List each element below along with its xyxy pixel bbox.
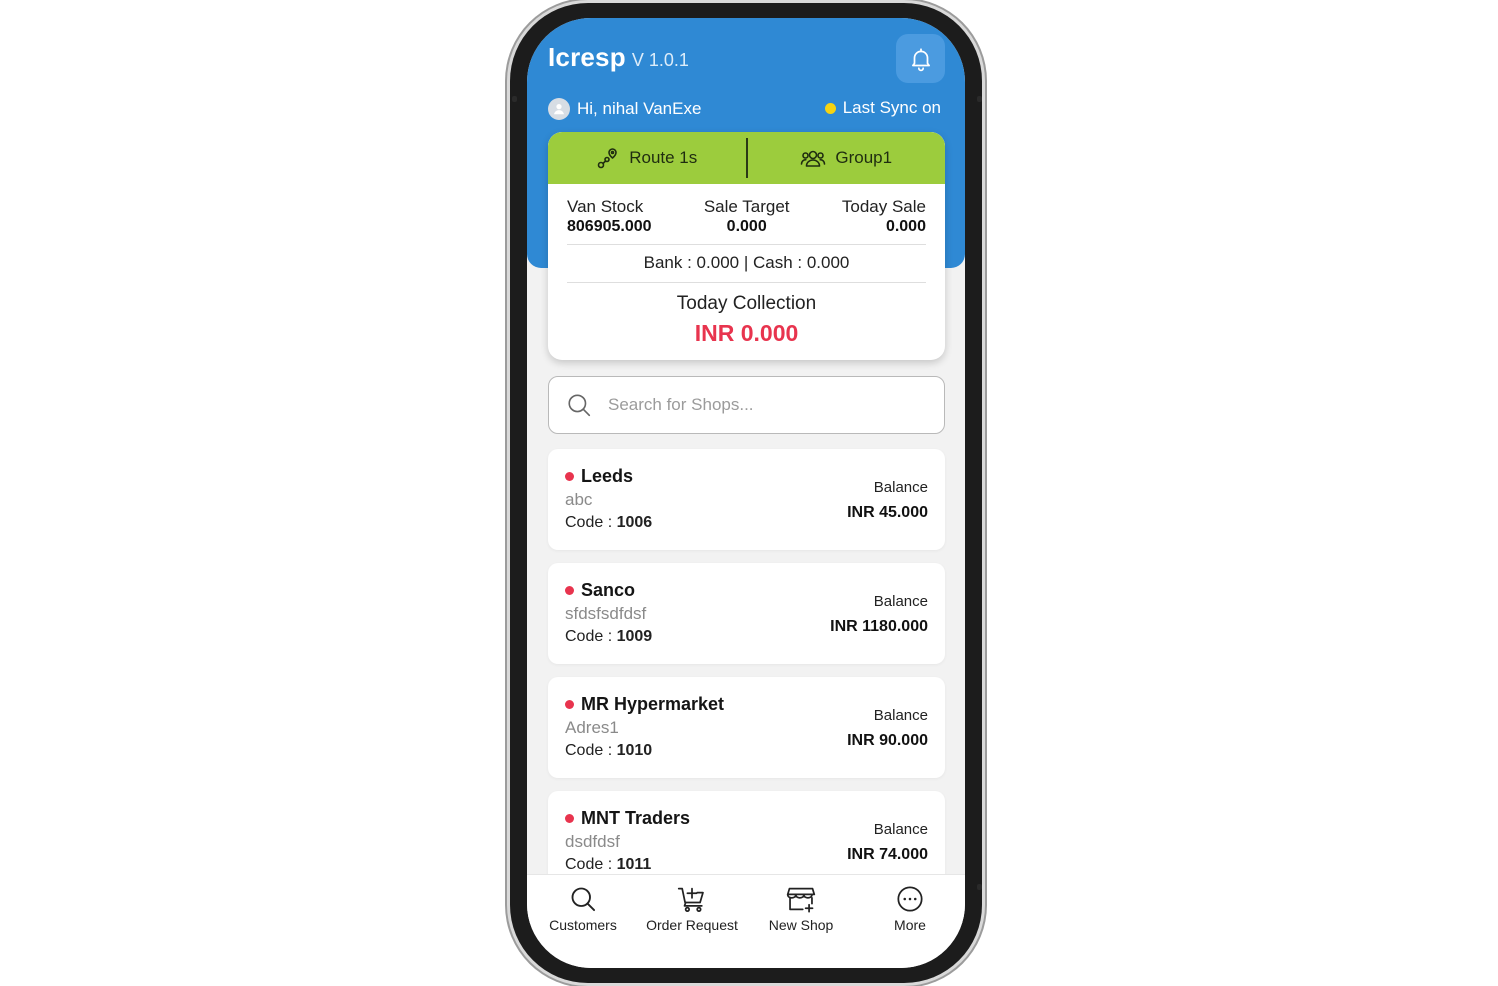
stats-row: Van Stock 806905.000 Sale Target 0.000 T… (548, 184, 945, 236)
bank-cash-line: Bank : 0.000 | Cash : 0.000 (643, 253, 850, 272)
store-plus-icon (786, 887, 816, 913)
shop-name: Sanco (581, 580, 636, 600)
balance-value: INR 74.000 (847, 846, 928, 863)
shop-name-row: Sanco (565, 580, 635, 601)
more-icon (897, 886, 923, 912)
van-stock-label: Van Stock (567, 197, 644, 216)
summary-card: Route 1s Group1 Van Stock 806905.000 Sal… (548, 132, 945, 360)
nav-order-request-label: Order Request (646, 917, 738, 933)
app-version: V 1.0.1 (631, 50, 689, 70)
shop-address: Adres1 (565, 718, 619, 737)
code-value: 1010 (616, 742, 653, 759)
nav-new-shop-label: New Shop (768, 917, 834, 933)
bell-icon (911, 47, 930, 71)
divider (567, 282, 926, 283)
today-sale-label: Today Sale (841, 197, 926, 216)
shop-code: Code : 1010 (565, 742, 652, 760)
phone-side-button (977, 884, 982, 890)
app-name: Icresp (548, 42, 626, 72)
phone-side-button (977, 96, 982, 102)
status-dot-icon (565, 586, 574, 595)
balance-label: Balance (873, 821, 928, 838)
search-icon (571, 887, 596, 912)
balance-label: Balance (873, 479, 928, 496)
shop-name: MR Hypermarket (581, 694, 725, 714)
collection-title: Today Collection (676, 293, 817, 314)
group-icon (801, 150, 826, 167)
shop-code: Code : 1006 (565, 514, 652, 532)
user-icon (548, 98, 570, 120)
balance-value: INR 90.000 (847, 732, 928, 749)
sync-status[interactable]: Last Sync on (824, 98, 941, 118)
notification-button[interactable] (896, 34, 945, 83)
search-box[interactable] (548, 376, 945, 434)
greeting-text: Hi, nihal VanExe (577, 99, 702, 118)
group-selector[interactable]: Group1 (748, 146, 946, 170)
group-label: Group1 (835, 148, 893, 167)
shop-address: sfdsfsdfdsf (565, 604, 647, 623)
nav-customers[interactable]: Customers (528, 885, 638, 933)
sync-dot-icon (824, 102, 836, 114)
shop-card[interactable]: Leeds abc Code : 1006 Balance INR 45.000 (548, 449, 945, 550)
shop-name-row: Leeds (565, 466, 633, 487)
nav-more[interactable]: More (855, 885, 965, 933)
sale-target-label: Sale Target (703, 197, 790, 216)
shop-address: abc (565, 490, 593, 509)
shop-code: Code : 1011 (565, 856, 651, 874)
shop-card[interactable]: Sanco sfdsfsdfdsf Code : 1009 Balance IN… (548, 563, 945, 664)
phone-side-button (512, 96, 517, 102)
route-bar: Route 1s Group1 (548, 132, 945, 184)
status-dot-icon (565, 472, 574, 481)
code-label: Code : (565, 628, 613, 645)
shop-address: dsdfdsf (565, 832, 620, 851)
code-value: 1009 (616, 628, 653, 645)
code-label: Code : (565, 742, 613, 759)
balance-value: INR 45.000 (847, 504, 928, 521)
shop-name-row: MNT Traders (565, 808, 690, 829)
app-screen: Icresp V 1.0.1 Hi, nihal VanExe Last Sync… (527, 18, 965, 968)
code-label: Code : (565, 514, 613, 531)
status-dot-icon (565, 814, 574, 823)
shop-card[interactable]: MR Hypermarket Adres1 Code : 1010 Balanc… (548, 677, 945, 778)
nav-new-shop[interactable]: New Shop (746, 885, 856, 933)
shop-code: Code : 1009 (565, 628, 652, 646)
user-greeting: Hi, nihal VanExe (548, 98, 701, 120)
shop-name: MNT Traders (581, 808, 691, 828)
route-selector[interactable]: Route 1s (548, 146, 746, 170)
collection-value: INR 0.000 (694, 320, 799, 346)
code-value: 1011 (616, 856, 652, 873)
nav-order-request[interactable]: Order Request (637, 885, 747, 933)
van-stock-value: 806905.000 (567, 218, 652, 235)
search-input[interactable] (606, 394, 930, 416)
search-icon (568, 394, 591, 417)
route-icon (597, 148, 618, 169)
code-value: 1006 (616, 514, 653, 531)
code-label: Code : (565, 856, 613, 873)
sale-target-stat: Sale Target 0.000 (704, 197, 790, 236)
today-sale-stat: Today Sale 0.000 (842, 197, 926, 236)
sale-target-value: 0.000 (726, 218, 767, 235)
nav-more-label: More (894, 917, 926, 933)
route-label: Route 1s (629, 148, 698, 167)
app-title: Icresp V 1.0.1 (548, 42, 689, 73)
today-sale-value: 0.000 (885, 218, 926, 235)
status-dot-icon (565, 700, 574, 709)
bottom-nav: Customers Order Request New Shop More (527, 874, 965, 968)
shop-name-row: MR Hypermarket (565, 694, 724, 715)
balance-label: Balance (873, 707, 928, 724)
balance-label: Balance (873, 593, 928, 610)
shop-name: Leeds (581, 466, 634, 486)
cart-plus-icon (677, 887, 704, 912)
van-stock-stat: Van Stock 806905.000 (567, 197, 652, 236)
sync-text: Last Sync on (842, 98, 941, 117)
nav-customers-label: Customers (549, 917, 617, 933)
balance-value: INR 1180.000 (830, 618, 928, 635)
